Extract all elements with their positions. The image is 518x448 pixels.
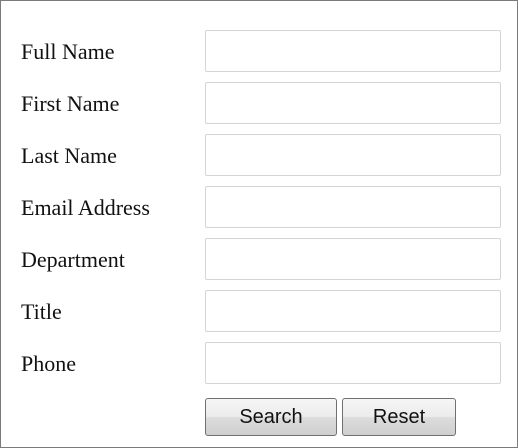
full-name-label: Full Name <box>21 39 115 64</box>
first-name-label: First Name <box>21 91 120 116</box>
field-row-full-name: Full Name <box>1 29 518 81</box>
phone-label: Phone <box>21 351 76 376</box>
department-input[interactable] <box>205 238 501 280</box>
field-row-email-address: Email Address <box>1 185 518 237</box>
last-name-input[interactable] <box>205 134 501 176</box>
title-input[interactable] <box>205 290 501 332</box>
title-label: Title <box>21 299 62 324</box>
field-row-phone: Phone <box>1 341 518 393</box>
search-button[interactable]: Search <box>205 398 337 436</box>
field-row-last-name: Last Name <box>1 133 518 185</box>
full-name-input[interactable] <box>205 30 501 72</box>
email-address-label: Email Address <box>21 195 150 220</box>
email-address-input[interactable] <box>205 186 501 228</box>
department-label: Department <box>21 247 125 272</box>
reset-button[interactable]: Reset <box>342 398 456 436</box>
field-row-first-name: First Name <box>1 81 518 133</box>
last-name-label: Last Name <box>21 143 117 168</box>
first-name-input[interactable] <box>205 82 501 124</box>
field-row-department: Department <box>1 237 518 289</box>
field-row-title: Title <box>1 289 518 341</box>
phone-input[interactable] <box>205 342 501 384</box>
search-form-panel: Full Name First Name Last Name Email Add… <box>0 0 518 448</box>
